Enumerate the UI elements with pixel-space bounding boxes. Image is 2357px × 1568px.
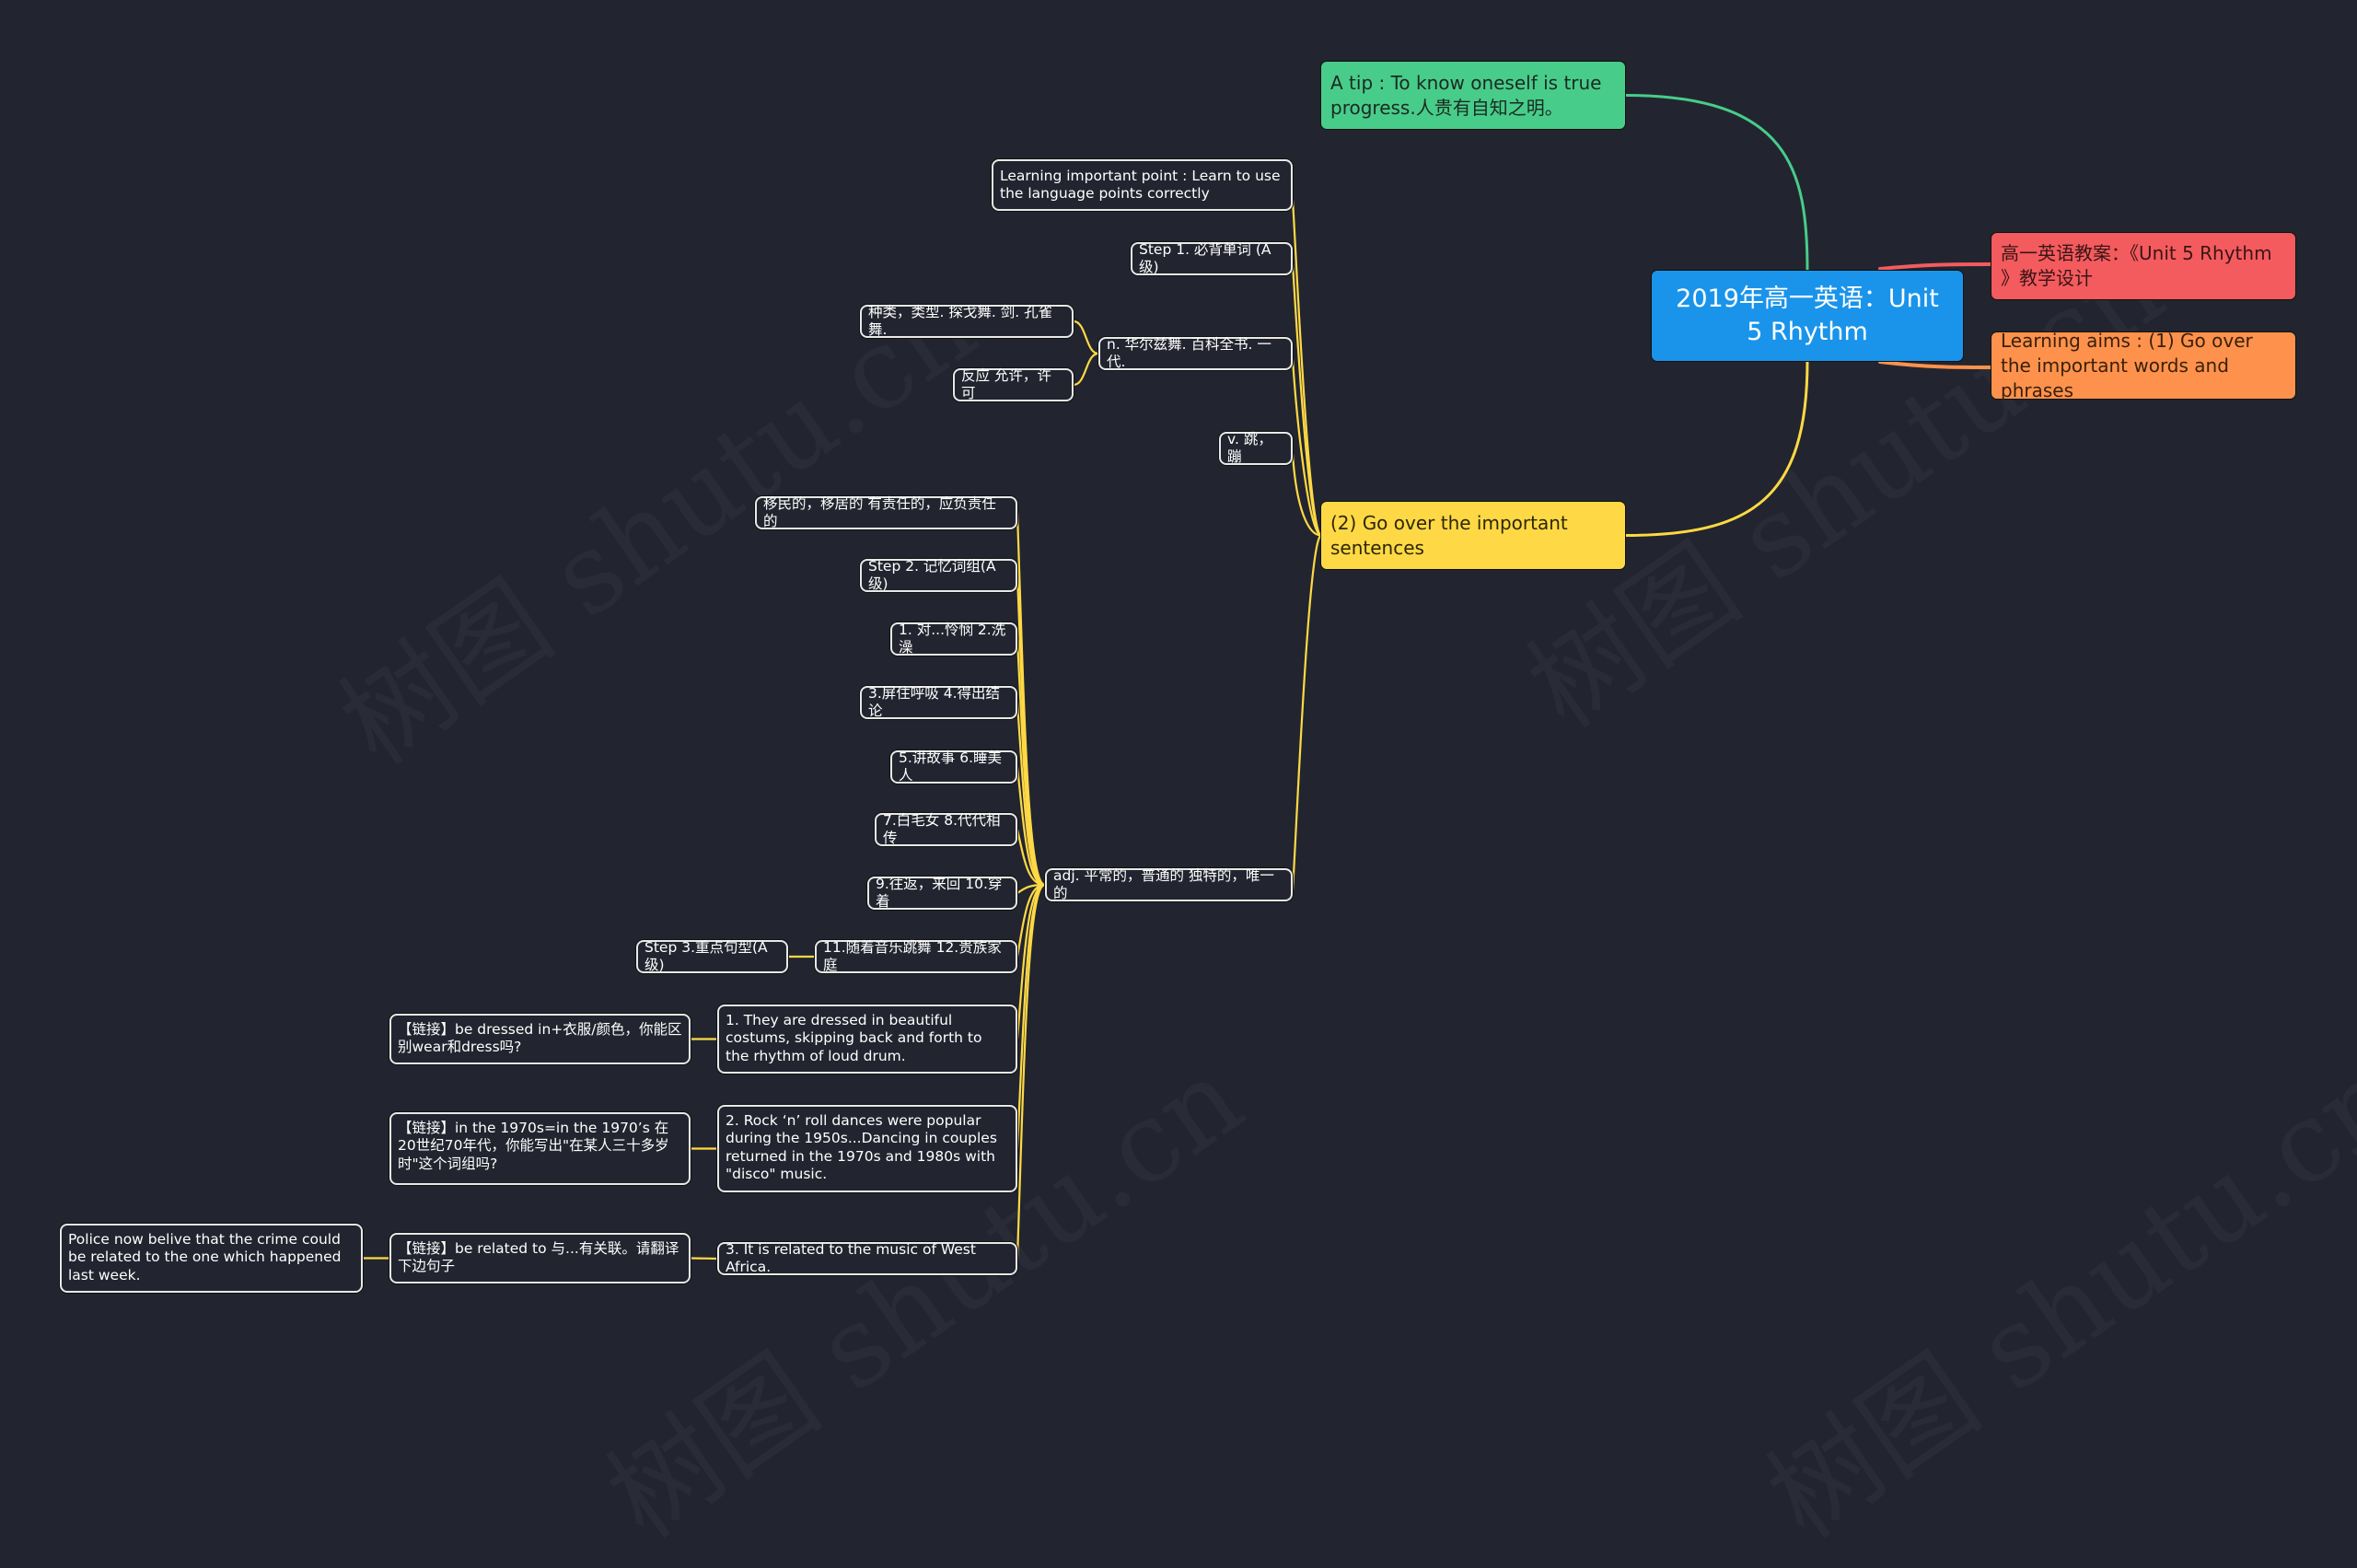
node-label: 种类，类型. 探戈舞. 剑. 孔雀舞. [868,303,1053,338]
node-label: 1. 对...怜悯 2.洗澡 [899,621,1006,656]
mindmap-canvas: 树图 shutu.cn 树图 shutu.cn 树图 shutu.cn 树图 s… [0,0,2357,1354]
branch-learning-aims[interactable]: Learning aims : (1) Go over the importan… [1991,330,2295,401]
node-adj-item[interactable]: 3.屏住呼吸 4.得出结论 [860,684,1017,719]
connector-root-tip [1623,94,1809,273]
node-adj-item[interactable]: 5.讲故事 6.睡美人 [890,749,1017,784]
root-topic[interactable]: 2019年高一英语：Unit 5 Rhythm [1652,271,1963,361]
node-sentence-2[interactable]: 2. Rock ‘n’ roll dances were popular dur… [717,1105,1017,1192]
node-label: Learning important point : Learn to use … [1000,167,1281,202]
root-topic-label: 2019年高一英语：Unit 5 Rhythm [1676,284,1939,346]
connector-noun-child [1072,319,1100,355]
node-learning-important-point[interactable]: Learning important point : Learn to use … [992,159,1293,211]
branch-lesson-plan[interactable]: 高一英语教案：《Unit 5 Rhythm 》教学设计 [1991,233,2295,299]
node-noun-child[interactable]: 反应 允许，许可 [953,366,1074,401]
node-step3[interactable]: Step 3.重点句型(A级) [636,938,788,973]
node-label: 【链接】in the 1970s=in the 1970’s 在20世纪70年代… [398,1120,669,1172]
node-label: 【链接】be related to 与...有关联。请翻译下边句子 [398,1240,679,1275]
node-link-1[interactable]: 【链接】be dressed in+衣服/颜色，你能区别wear和dress吗? [389,1014,691,1064]
connector-sentence3-link [689,1257,719,1260]
node-label: 【链接】be dressed in+衣服/颜色，你能区别wear和dress吗? [398,1021,682,1056]
connector-root-plan [1878,262,1993,271]
connector-root-sentences [1623,359,1809,537]
branch-tip-label: A tip : To know oneself is true progress… [1330,71,1602,119]
node-label: 3.屏住呼吸 4.得出结论 [868,684,1001,719]
node-verb[interactable]: v. 跳，蹦 [1219,430,1293,465]
connector-root-aims [1878,360,1993,369]
node-sentence-3[interactable]: 3. It is related to the music of West Af… [717,1240,1017,1275]
connector-sentences-child [1291,534,1323,892]
node-link-3[interactable]: 【链接】be related to 与...有关联。请翻译下边句子 [389,1233,691,1283]
branch-important-sentences[interactable]: (2) Go over the important sentences [1321,502,1625,569]
branch-tip[interactable]: A tip : To know oneself is true progress… [1321,62,1625,129]
node-label: 11.随着音乐跳舞 12.贵族家庭 [823,938,1002,973]
node-label: v. 跳，蹦 [1227,430,1272,465]
connector-adj-child [1016,883,1047,1040]
node-label: 2. Rock ‘n’ roll dances were popular dur… [726,1112,997,1183]
node-noun[interactable]: n. 华尔兹舞. 百科全书. 一代. [1098,335,1293,370]
node-link-2[interactable]: 【链接】in the 1970s=in the 1970’s 在20世纪70年代… [389,1112,691,1185]
node-label: Step 3.重点句型(A级) [644,938,768,973]
node-noun-child[interactable]: 种类，类型. 探戈舞. 剑. 孔雀舞. [860,303,1074,338]
node-link-3-example[interactable]: Police now belive that the crime could b… [60,1224,363,1293]
node-label: n. 华尔兹舞. 百科全书. 一代. [1107,335,1271,370]
node-adj-item[interactable]: 1. 对...怜悯 2.洗澡 [890,621,1017,656]
node-adj-item[interactable]: 9.往返，来回 10.穿着 [867,875,1017,910]
node-label: adj. 平常的，普通的 独特的，唯一的 [1053,866,1274,901]
node-label: 反应 允许，许可 [961,366,1051,401]
branch-lesson-plan-label: 高一英语教案：《Unit 5 Rhythm 》教学设计 [2001,242,2272,289]
node-label: Step 1. 必背单词 (A级) [1139,240,1271,275]
node-label: 3. It is related to the music of West Af… [726,1240,976,1275]
node-label: 9.往返，来回 10.穿着 [876,875,1003,910]
connector-noun-child [1072,352,1100,387]
node-label: 1. They are dressed in beautiful costums… [726,1012,982,1064]
node-sentence-1[interactable]: 1. They are dressed in beautiful costums… [717,1005,1017,1074]
node-adj-item[interactable]: 11.随着音乐跳舞 12.贵族家庭 [815,938,1017,973]
node-adj-item[interactable]: 7.白毛女 8.代代相传 [875,811,1017,846]
node-step1[interactable]: Step 1. 必背单词 (A级) [1131,240,1293,275]
node-step2[interactable]: Step 2. 记忆词组(A级) [860,557,1017,592]
node-adjective[interactable]: adj. 平常的，普通的 独特的，唯一的 [1045,866,1293,901]
branch-learning-aims-label: Learning aims : (1) Go over the importan… [2001,329,2253,401]
node-label: Police now belive that the crime could b… [68,1231,342,1283]
node-label: Step 2. 记忆词组(A级) [868,557,996,592]
node-label: 7.白毛女 8.代代相传 [883,811,1001,846]
branch-important-sentences-label: (2) Go over the important sentences [1330,511,1568,559]
node-label: 5.讲故事 6.睡美人 [899,749,1003,784]
node-adj-item[interactable]: 移民的，移居的 有责任的，应负责任的 [755,494,1017,529]
node-label: 移民的，移居的 有责任的，应负责任的 [763,494,996,529]
